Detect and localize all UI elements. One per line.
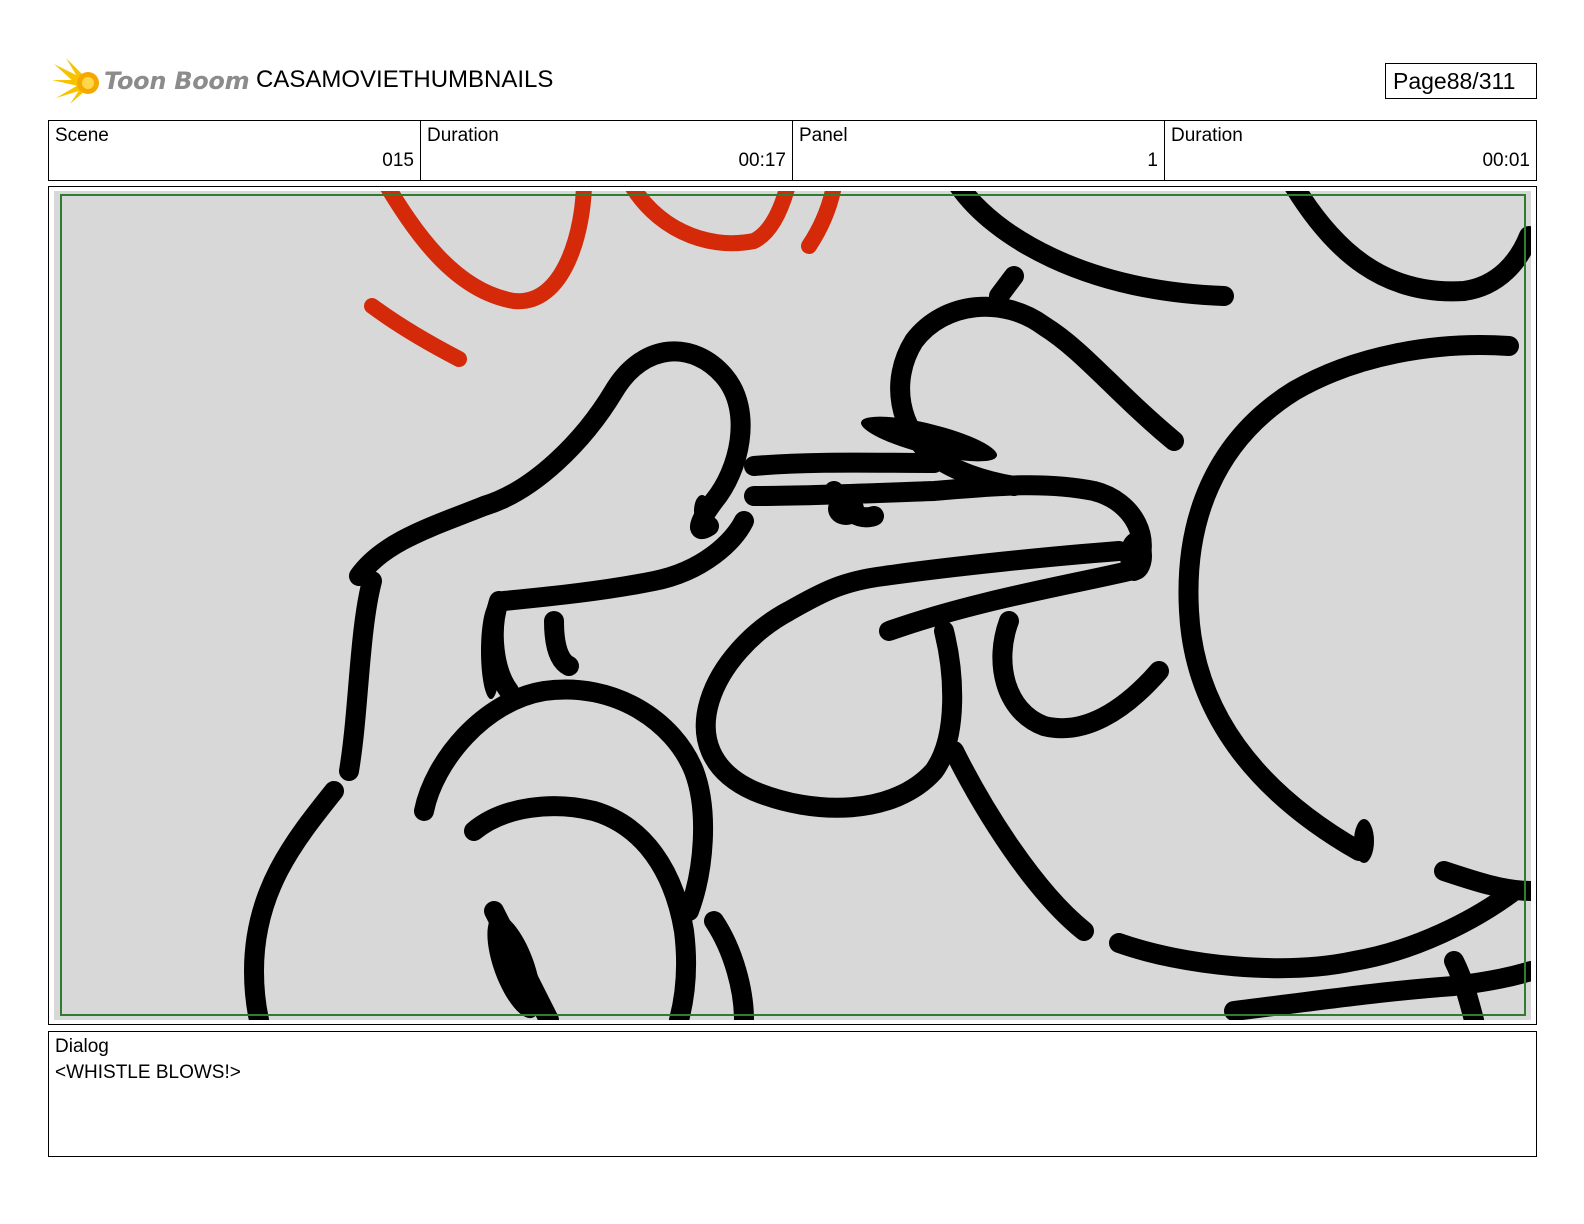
sketch-artwork <box>244 191 1531 1020</box>
panel-info-table: Scene 015 Duration 00:17 Panel 1 Duratio… <box>48 120 1537 181</box>
panel-label: Panel <box>799 125 848 146</box>
scene-value: 015 <box>382 150 414 171</box>
dialog-text: <WHISTLE BLOWS!> <box>55 1062 241 1083</box>
scene-cell: Scene 015 <box>49 121 421 180</box>
storyboard-panel <box>48 186 1537 1025</box>
scene-duration-value: 00:17 <box>738 150 786 171</box>
black-ink-strokes <box>244 191 1531 1020</box>
page-indicator: Page 88/311 <box>1385 63 1537 99</box>
panel-duration-value: 00:01 <box>1482 150 1530 171</box>
panel-value: 1 <box>1147 150 1158 171</box>
project-title: CASAMOVIETHUMBNAILS <box>256 66 554 93</box>
scene-duration-label: Duration <box>427 125 499 146</box>
panel-drawing <box>54 191 1531 1020</box>
scene-label: Scene <box>55 125 109 146</box>
scene-duration-cell: Duration 00:17 <box>421 121 793 180</box>
page-label: Page <box>1393 67 1447 94</box>
toon-boom-burst-icon <box>52 58 99 104</box>
dialog-label: Dialog <box>55 1036 109 1057</box>
panel-cell: Panel 1 <box>793 121 1165 180</box>
red-accent-strokes <box>364 191 842 367</box>
dialog-box: Dialog <WHISTLE BLOWS!> <box>48 1031 1537 1157</box>
panel-duration-label: Duration <box>1171 125 1243 146</box>
panel-duration-cell: Duration 00:01 <box>1165 121 1536 180</box>
page-number: 88/311 <box>1446 67 1516 94</box>
logo-text: Toon Boom <box>104 67 250 95</box>
toon-boom-logo: Toon Boom <box>52 56 250 106</box>
